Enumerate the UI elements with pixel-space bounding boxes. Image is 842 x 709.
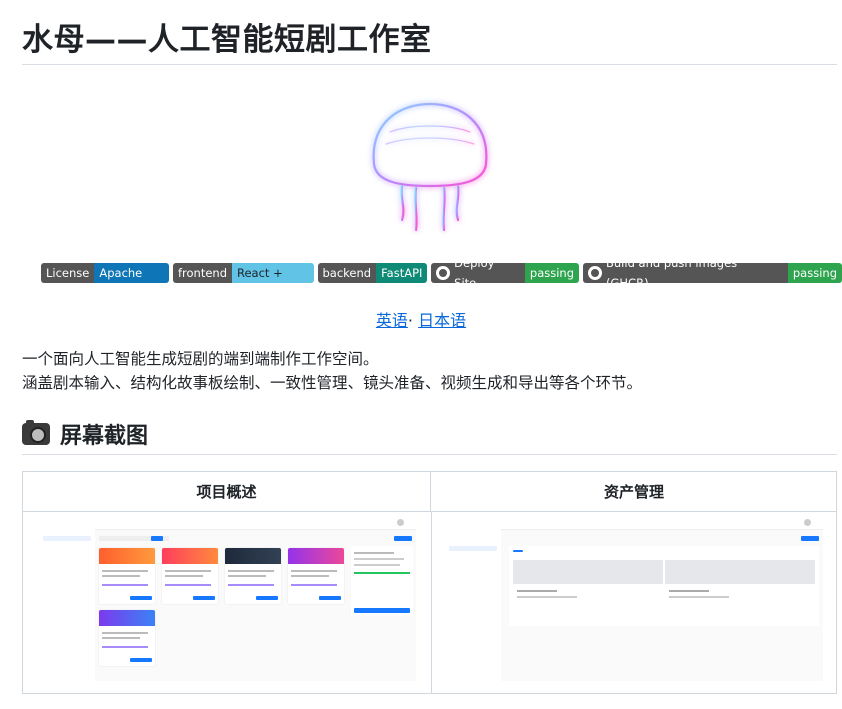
badge-label: backend: [322, 266, 372, 280]
mini-asset-panel: [509, 546, 819, 626]
mini-topbar: [95, 516, 416, 530]
description-line-2: 涵盖剧本输入、结构化故事板绘制、一致性管理、镜头准备、视频生成和导出等各个环节。: [22, 374, 643, 392]
mini-nav-item: [43, 596, 91, 601]
mini-topbar: [501, 516, 823, 530]
language-links: 英语· 日本语: [0, 307, 842, 331]
mini-nav-item: [449, 546, 497, 551]
mini-nav-item: [449, 566, 497, 571]
badge-label: License: [46, 266, 90, 280]
language-separator: ·: [407, 311, 419, 330]
screenshots-heading: 屏幕截图: [22, 418, 148, 450]
screenshots-heading-text: 屏幕截图: [60, 424, 149, 449]
mini-nav-item: [449, 536, 497, 541]
screenshots-table: 项目概述 资产管理: [22, 471, 837, 694]
badge-deploy-site[interactable]: Deploy Site passing: [431, 263, 580, 283]
mini-detail-panel: [351, 546, 413, 616]
badge-label: Deploy Site: [454, 263, 495, 283]
mini-new-button: [394, 536, 412, 541]
badge-frontend[interactable]: frontend React + Vite: [172, 263, 314, 283]
description-line-1: 一个面向人工智能生成短剧的端到端制作工作空间。: [22, 350, 379, 368]
mini-project-card: [288, 548, 344, 604]
mini-project-card: [99, 548, 155, 604]
camera-icon: [22, 420, 50, 445]
mini-nav-item: [43, 536, 91, 541]
badge-row: License Apache 2.0 frontend React + Vite…: [41, 263, 842, 283]
mini-nav-item: [43, 566, 91, 571]
description: 一个面向人工智能生成短剧的端到端制作工作空间。 涵盖剧本输入、结构化故事板绘制、…: [22, 347, 642, 395]
badge-value: FastAPI: [376, 263, 428, 283]
badge-license[interactable]: License Apache 2.0: [41, 263, 169, 283]
github-icon: [588, 266, 602, 280]
mini-tab-active: [151, 536, 163, 541]
mini-avatar: [804, 519, 811, 526]
github-icon: [436, 266, 451, 280]
badge-label: Build and push images (GHCR): [606, 263, 738, 283]
badge-build-images[interactable]: Build and push images (GHCR) passing: [583, 263, 842, 283]
mini-new-button: [801, 536, 819, 541]
mini-project-card: [99, 610, 155, 666]
link-english[interactable]: 英语: [376, 311, 408, 330]
jellyfish-logo-icon: [372, 102, 488, 240]
asset-management-screenshot: [445, 516, 823, 681]
mini-sidebar: [39, 516, 95, 681]
badge-value: passing: [524, 263, 580, 283]
title-divider: [22, 64, 837, 65]
badge-backend[interactable]: backend FastAPI: [317, 263, 428, 283]
badge-label: frontend: [177, 266, 227, 280]
mini-nav-item: [449, 576, 497, 581]
mini-project-card: [162, 548, 218, 604]
mini-nav-item: [43, 546, 91, 551]
mini-sidebar: [445, 516, 501, 681]
badge-value: React + Vite: [232, 263, 314, 283]
project-overview-screenshot: [39, 516, 416, 681]
heading-divider: [22, 454, 837, 455]
mini-avatar: [397, 519, 404, 526]
link-japanese[interactable]: 日本语: [418, 311, 466, 330]
mini-nav-item: [449, 556, 497, 561]
mini-nav-item: [449, 596, 497, 601]
mini-nav-item: [449, 586, 497, 591]
table-header-asset-management: 资产管理: [431, 472, 837, 512]
badge-value: Apache 2.0: [94, 263, 169, 283]
mini-project-card: [225, 548, 281, 604]
badge-value: passing: [787, 263, 842, 283]
page-title: 水母——人工智能短剧工作室: [22, 22, 432, 58]
mini-nav-item: [43, 576, 91, 581]
table-column-divider: [431, 512, 432, 694]
table-header-project-overview: 项目概述: [23, 472, 431, 512]
mini-nav-item: [43, 586, 91, 591]
mini-nav-item: [43, 556, 91, 561]
